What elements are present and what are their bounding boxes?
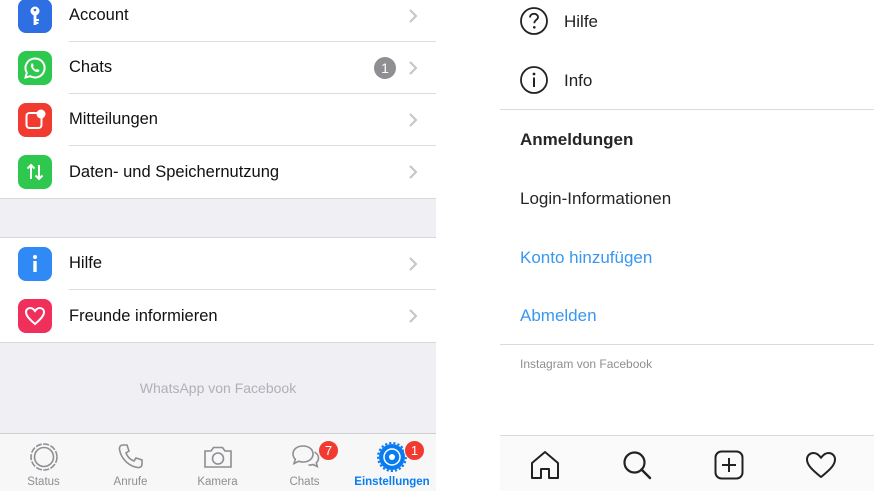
chats-unread-badge: 7 [318, 440, 339, 461]
settings-row-data-storage[interactable]: Daten- und Speichernutzung [0, 146, 436, 198]
camera-icon [203, 446, 232, 468]
add-account-link[interactable]: Konto hinzufügen [520, 248, 652, 268]
tab-status[interactable]: Status [0, 434, 87, 491]
info-circle-icon [520, 66, 548, 94]
whatsapp-icon [18, 51, 52, 85]
divider [500, 109, 874, 110]
instagram-footer-text: Instagram von Facebook [520, 357, 653, 371]
settings-row-label: Hilfe [69, 238, 436, 290]
chevron-right-icon [409, 309, 418, 323]
search-icon[interactable] [620, 448, 654, 482]
tab-camera[interactable]: Kamera [174, 434, 261, 491]
tab-chats[interactable]: 7 Chats [261, 434, 348, 491]
settings-badge: 1 [404, 440, 425, 461]
info-icon [18, 247, 52, 281]
instagram-settings-panel: Hilfe Info Anmeldungen Login-Information… [500, 0, 874, 491]
unread-badge: 1 [374, 57, 396, 79]
chevron-right-icon [409, 61, 418, 75]
key-icon [18, 0, 52, 33]
phone-icon [118, 444, 143, 469]
status-icon [29, 443, 58, 471]
settings-row-account[interactable]: Account [0, 0, 436, 42]
chevron-right-icon [409, 257, 418, 271]
divider [500, 344, 874, 345]
help-circle-icon [520, 7, 548, 35]
logout-link[interactable]: Abmelden [520, 306, 597, 326]
heart-icon [18, 299, 52, 333]
chevron-right-icon [409, 113, 418, 127]
settings-row-label: Daten- und Speichernutzung [69, 162, 280, 181]
settings-group-main: Account Chats 1 Mitteilungen Daten- und … [0, 0, 436, 199]
tab-calls[interactable]: Anrufe [87, 434, 174, 491]
data-arrows-icon [18, 155, 52, 189]
instagram-tab-bar [500, 435, 874, 491]
chevron-right-icon [409, 165, 418, 179]
whatsapp-settings-panel: Account Chats 1 Mitteilungen Daten- und … [0, 0, 436, 491]
settings-row-help[interactable]: Hilfe [0, 238, 436, 290]
section-title-logins: Anmeldungen [520, 130, 634, 149]
menu-item-help[interactable]: Hilfe [500, 0, 874, 44]
settings-group-help: Hilfe Freunde informieren [0, 237, 436, 343]
settings-row-chats[interactable]: Chats 1 [0, 42, 436, 94]
whatsapp-tab-bar: Status Anrufe Kamera 7 Chats 1 Einstellu… [0, 433, 436, 491]
home-icon[interactable] [528, 448, 562, 482]
settings-row-notifications[interactable]: Mitteilungen [0, 94, 436, 146]
activity-heart-icon[interactable] [804, 448, 838, 482]
settings-icon [377, 442, 407, 472]
chats-icon [291, 445, 319, 468]
settings-row-label: Mitteilungen [69, 94, 436, 146]
chevron-right-icon [409, 9, 418, 23]
whatsapp-footer-text: WhatsApp von Facebook [139, 380, 297, 396]
settings-row-label: Freunde informieren [69, 306, 218, 325]
menu-item-info[interactable]: Info [500, 60, 874, 104]
login-info-item[interactable]: Login-Informationen [520, 189, 671, 209]
add-post-icon[interactable] [712, 448, 746, 482]
tab-settings[interactable]: 1 Einstellungen [348, 434, 436, 491]
notification-icon [18, 103, 52, 137]
settings-row-label: Account [69, 0, 436, 42]
settings-row-tell-friends[interactable]: Freunde informieren [0, 290, 436, 342]
